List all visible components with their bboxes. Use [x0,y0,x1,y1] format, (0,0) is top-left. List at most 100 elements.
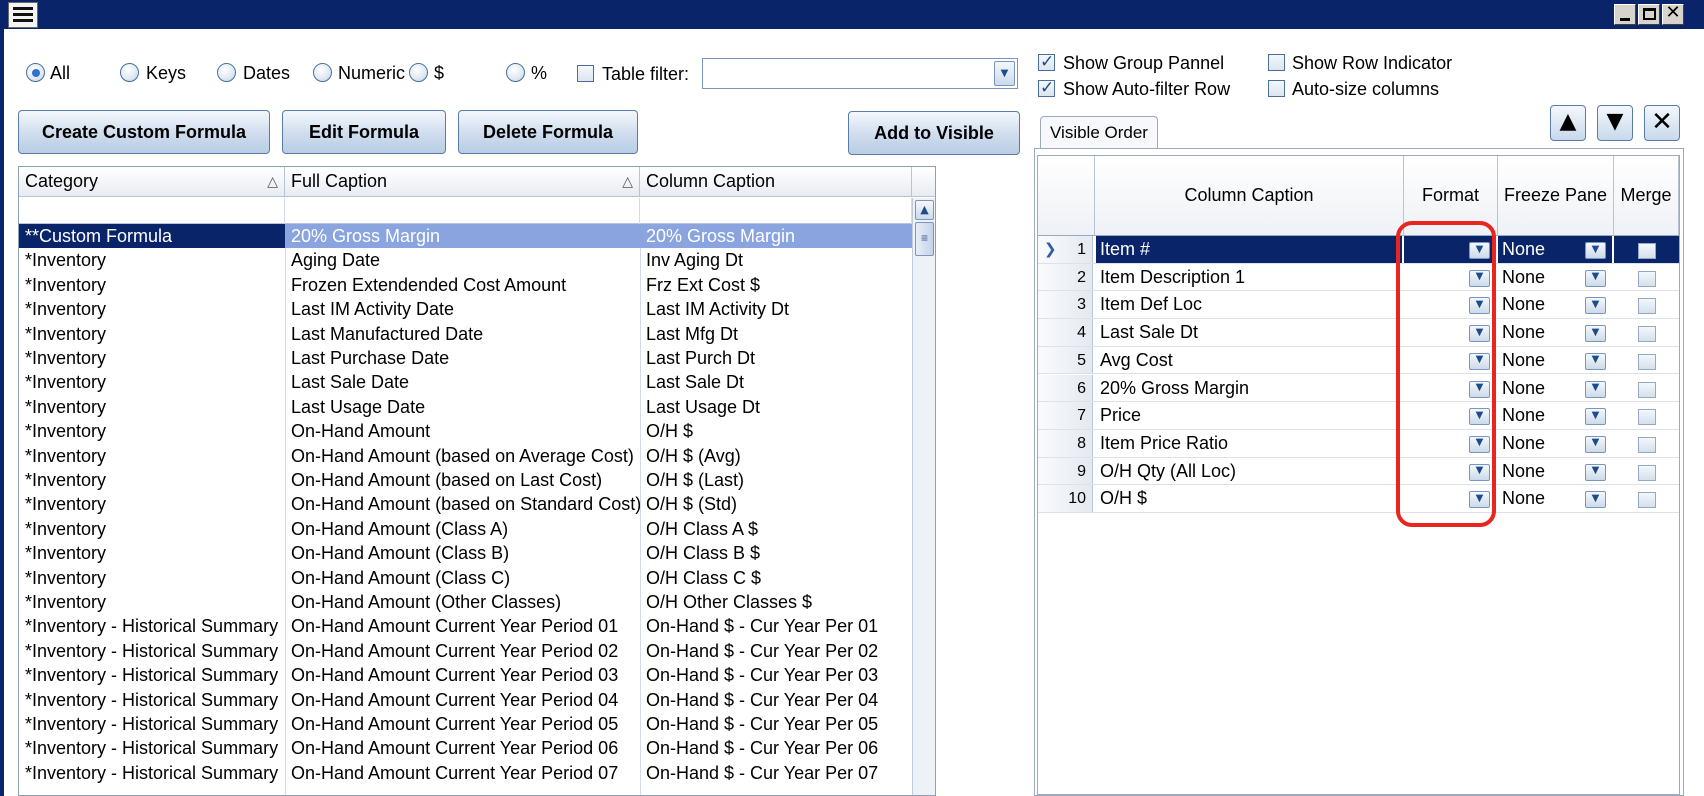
filter-radio-numeric[interactable] [313,63,332,82]
maximize-icon[interactable] [1638,4,1660,25]
table-filter-combo[interactable]: ▼ [702,58,1018,89]
table-row[interactable]: **Custom Formula 20% Gross Margin 20% Gros… [19,224,912,248]
filter-cell[interactable] [285,198,640,224]
show-auto-filter-row-checkbox[interactable] [1038,78,1055,98]
visible-row[interactable]: 3 Item Def Loc ▼ None ▼ [1038,291,1679,320]
merge-checkbox[interactable] [1638,298,1656,315]
visible-row[interactable]: 10 O/H $ ▼ None ▼ [1038,485,1679,513]
visible-row[interactable]: 7 Price ▼ None ▼ [1038,402,1679,430]
freeze-pane-dropdown[interactable]: None ▼ [1498,430,1612,457]
filter-radio-dollar[interactable] [409,63,428,82]
cell-column-caption[interactable]: Avg Cost [1096,347,1402,374]
move-up-icon[interactable]: ▲ [1550,105,1586,141]
chevron-down-icon[interactable]: ▼ [1585,242,1606,259]
chevron-down-icon[interactable]: ▼ [994,61,1015,86]
chevron-down-icon[interactable]: ▼ [1585,380,1606,398]
visible-row[interactable]: 9 O/H Qty (All Loc) ▼ None ▼ [1038,457,1679,486]
cell-column-caption[interactable]: Price [1096,402,1402,429]
row-indicator[interactable]: ❯ 1 [1038,236,1093,263]
cell-column-caption[interactable]: O/H $ [1096,485,1402,512]
row-indicator[interactable]: 3 [1038,291,1093,319]
add-to-visible-button[interactable]: Add to Visible [848,111,1020,155]
show-row-indicator-checkbox[interactable] [1268,54,1285,71]
row-indicator[interactable]: 6 [1038,374,1093,402]
table-row[interactable]: *Inventory On-Hand Amount (Class C) O/H Cl… [19,566,912,590]
move-down-icon[interactable]: ▼ [1597,105,1633,141]
remove-icon[interactable]: ✕ [1644,105,1680,141]
table-row[interactable]: *Inventory - Historical Summary On-Hand A… [19,639,912,663]
chevron-down-icon[interactable]: ▼ [1585,352,1606,370]
vertical-scrollbar[interactable]: ▲ ≡ [912,198,935,795]
visible-row[interactable]: 6 20% Gross Margin ▼ None ▼ [1038,374,1679,403]
scroll-thumb[interactable]: ≡ [915,222,934,256]
cell-column-caption[interactable]: Last Sale Dt [1096,319,1402,346]
scroll-up-icon[interactable]: ▲ [915,200,934,220]
visible-row[interactable]: 4 Last Sale Dt ▼ None ▼ [1038,319,1679,347]
filter-radio-percent[interactable] [506,63,525,82]
table-row[interactable]: *Inventory Last IM Activity Date Last IM A… [19,297,912,321]
visible-row[interactable]: ❯ 1 Item # ▼ None ▼ [1038,236,1679,264]
table-row[interactable]: *Inventory - Historical Summary On-Hand A… [19,712,912,736]
cell-column-caption[interactable]: O/H Qty (All Loc) [1096,458,1402,485]
freeze-pane-dropdown[interactable]: None ▼ [1498,264,1612,291]
filter-radio-all[interactable] [26,63,45,82]
delete-formula-button[interactable]: Delete Formula [458,110,638,154]
chevron-down-icon[interactable]: ▼ [1585,325,1606,343]
table-row[interactable]: *Inventory On-Hand Amount (based on Last … [19,468,912,492]
merge-checkbox[interactable] [1638,243,1656,259]
table-row[interactable]: *Inventory - Historical Summary On-Hand A… [19,761,912,785]
merge-checkbox[interactable] [1638,436,1656,453]
visible-row[interactable]: 5 Avg Cost ▼ None ▼ [1038,346,1679,375]
table-filter-checkbox[interactable] [577,65,594,82]
merge-checkbox[interactable] [1638,464,1656,481]
cell-column-caption[interactable]: Item Price Ratio [1096,430,1402,457]
col-header-freeze-pane[interactable]: Freeze Pane [1498,156,1614,236]
cell-column-caption[interactable]: Item Def Loc [1096,291,1402,318]
row-indicator[interactable]: 9 [1038,457,1093,485]
col-header-full-caption[interactable]: Full Caption △ [285,167,640,197]
merge-checkbox[interactable] [1638,326,1656,343]
table-row[interactable]: *Inventory Frozen Extendended Cost Amount… [19,273,912,297]
chevron-down-icon[interactable]: ▼ [1585,408,1606,426]
create-custom-formula-button[interactable]: Create Custom Formula [18,110,270,154]
table-row[interactable]: *Inventory Last Sale Date Last Sale Dt [19,370,912,394]
edit-formula-button[interactable]: Edit Formula [282,110,446,154]
chevron-down-icon[interactable]: ▼ [1585,463,1606,481]
row-indicator[interactable]: 5 [1038,346,1093,374]
table-row[interactable]: *Inventory Last Manufactured Date Last Mfg… [19,322,912,346]
table-row[interactable]: *Inventory - Historical Summary On-Hand A… [19,614,912,638]
table-row[interactable]: *Inventory - Historical Summary On-Hand A… [19,688,912,712]
filter-cell[interactable] [640,198,912,224]
row-indicator[interactable]: 7 [1038,402,1093,429]
show-group-pannel-checkbox[interactable] [1038,52,1055,72]
chevron-down-icon[interactable]: ▼ [1585,435,1606,453]
chevron-down-icon[interactable]: ▼ [1585,491,1606,509]
chevron-down-icon[interactable]: ▼ [1585,269,1606,287]
table-row[interactable]: *Inventory Aging Date Inv Aging Dt [19,248,912,272]
auto-size-columns-checkbox[interactable] [1268,80,1285,97]
merge-checkbox[interactable] [1638,270,1656,287]
table-row[interactable]: *Inventory - Historical Summary On-Hand A… [19,663,912,687]
filter-radio-dates[interactable] [217,63,236,82]
tab-visible-order[interactable]: Visible Order [1040,116,1158,150]
cell-column-caption[interactable]: Item # [1096,236,1402,263]
app-menu-icon[interactable] [8,2,38,28]
row-indicator[interactable]: 10 [1038,485,1093,512]
cell-column-caption[interactable]: Item Description 1 [1096,264,1402,291]
visible-row[interactable]: 2 Item Description 1 ▼ None ▼ [1038,263,1679,292]
filter-cell[interactable] [19,198,285,224]
table-row[interactable]: *Inventory On-Hand Amount O/H $ [19,419,912,443]
table-row[interactable]: *Inventory - Historical Summary On-Hand A… [19,736,912,760]
col-header-column-caption[interactable]: Column Caption [1095,156,1404,236]
merge-checkbox[interactable] [1638,353,1656,370]
merge-checkbox[interactable] [1638,492,1656,509]
freeze-pane-dropdown[interactable]: None ▼ [1498,319,1612,346]
table-row[interactable]: *Inventory On-Hand Amount (Class B) O/H Cl… [19,541,912,565]
merge-checkbox[interactable] [1638,409,1656,426]
freeze-pane-dropdown[interactable]: None ▼ [1498,236,1612,263]
freeze-pane-dropdown[interactable]: None ▼ [1498,485,1612,512]
row-indicator[interactable]: 4 [1038,319,1093,346]
auto-filter-row[interactable] [19,198,912,224]
table-row[interactable]: *Inventory On-Hand Amount (Class A) O/H Cl… [19,517,912,541]
visible-row[interactable]: 8 Item Price Ratio ▼ None ▼ [1038,429,1679,458]
